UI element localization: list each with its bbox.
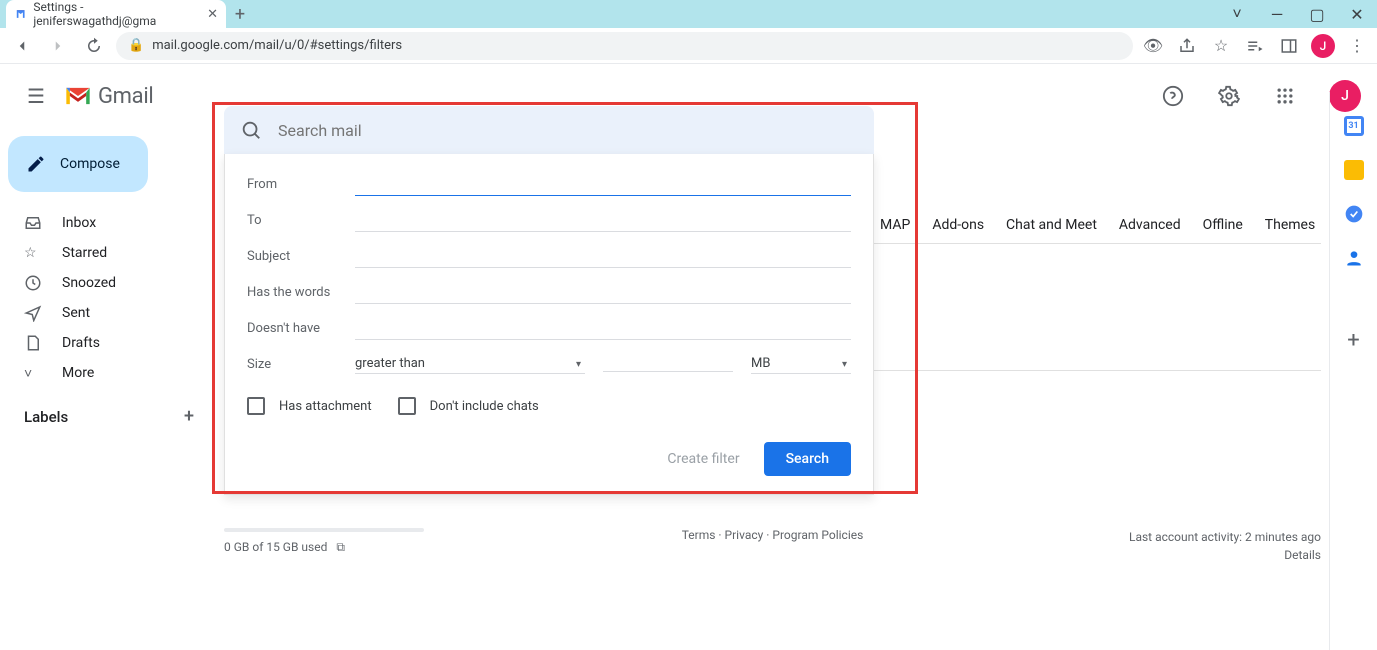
- create-filter-button[interactable]: Create filter: [667, 451, 739, 467]
- eye-icon[interactable]: 👁: [1141, 32, 1165, 60]
- star-icon: ☆: [24, 245, 44, 261]
- browser-menu-icon[interactable]: ⋮: [1345, 32, 1369, 60]
- inbox-icon: [24, 214, 44, 232]
- add-label-button[interactable]: +: [184, 406, 194, 427]
- clock-icon: [24, 274, 44, 292]
- share-icon[interactable]: [1175, 32, 1199, 60]
- search-input[interactable]: [278, 121, 858, 140]
- tab-chat-meet[interactable]: Chat and Meet: [1006, 217, 1097, 233]
- forward-button[interactable]: [44, 32, 72, 60]
- send-icon: [24, 304, 44, 322]
- minimize-icon[interactable]: —: [1257, 0, 1297, 28]
- contacts-icon[interactable]: [1344, 248, 1364, 268]
- star-icon[interactable]: ☆: [1209, 32, 1233, 60]
- support-icon[interactable]: [1153, 76, 1193, 116]
- tab-imap-partial[interactable]: MAP: [880, 217, 910, 233]
- has-attachment-checkbox[interactable]: [247, 397, 265, 415]
- activity-text: Last account activity: 2 minutes ago: [1129, 528, 1321, 546]
- back-button[interactable]: [8, 32, 36, 60]
- gmail-favicon: [14, 7, 27, 21]
- browser-tab[interactable]: Settings - jeniferswagathdj@gma ✕: [6, 0, 226, 28]
- privacy-link[interactable]: Privacy: [725, 528, 764, 542]
- gmail-logo-icon: [64, 85, 92, 107]
- tab-title: Settings - jeniferswagathdj@gma: [33, 0, 201, 28]
- to-input[interactable]: [355, 208, 851, 232]
- to-label: To: [247, 213, 355, 228]
- doesnt-have-label: Doesn't have: [247, 321, 355, 336]
- chevron-down-icon: ˅: [24, 365, 44, 382]
- from-label: From: [247, 177, 355, 192]
- panel-icon[interactable]: [1277, 32, 1301, 60]
- filter-panel: From To Subject Has the words Doesn't ha…: [224, 154, 874, 495]
- doesnt-have-input[interactable]: [355, 316, 851, 340]
- terms-link[interactable]: Terms: [682, 528, 716, 542]
- search-button[interactable]: Search: [764, 442, 851, 476]
- has-attachment-label: Has attachment: [279, 399, 372, 414]
- url-text: mail.google.com/mail/u/0/#settings/filte…: [152, 38, 402, 53]
- pencil-icon: [26, 154, 46, 174]
- subject-label: Subject: [247, 249, 355, 264]
- sidebar-item-sent[interactable]: Sent: [0, 298, 212, 328]
- address-bar: 🔒 mail.google.com/mail/u/0/#settings/fil…: [0, 28, 1377, 64]
- tab-offline[interactable]: Offline: [1203, 217, 1243, 233]
- size-label: Size: [247, 357, 355, 372]
- keep-icon[interactable]: [1344, 160, 1364, 180]
- close-window-icon[interactable]: ✕: [1337, 0, 1377, 28]
- has-words-label: Has the words: [247, 285, 355, 300]
- content-area: MAP Add-ons Chat and Meet Advanced Offli…: [220, 128, 1377, 650]
- lock-icon: 🔒: [128, 38, 144, 53]
- reload-button[interactable]: [80, 32, 108, 60]
- add-addon-button[interactable]: +: [1347, 328, 1359, 353]
- maximize-icon[interactable]: ▢: [1297, 0, 1337, 28]
- gmail-logo-text: Gmail: [98, 84, 153, 109]
- sidebar: Compose Inbox ☆Starred Snoozed Sent Draf…: [0, 128, 220, 650]
- tab-addons[interactable]: Add-ons: [932, 217, 984, 233]
- sidebar-item-snoozed[interactable]: Snoozed: [0, 268, 212, 298]
- calendar-icon[interactable]: 31: [1344, 116, 1364, 136]
- tab-themes[interactable]: Themes: [1265, 217, 1315, 233]
- from-input[interactable]: [355, 172, 851, 196]
- size-value-input[interactable]: [603, 356, 733, 372]
- window-controls: ˅ — ▢ ✕: [1217, 0, 1377, 28]
- compose-button[interactable]: Compose: [8, 136, 148, 192]
- gmail-logo[interactable]: Gmail: [64, 84, 153, 109]
- details-link[interactable]: Details: [1129, 546, 1321, 564]
- profile-avatar-browser[interactable]: J: [1311, 34, 1335, 58]
- sidebar-item-inbox[interactable]: Inbox: [0, 208, 212, 238]
- search-bar[interactable]: [224, 106, 874, 154]
- main-menu-icon[interactable]: ☰: [16, 76, 56, 116]
- chevron-down-icon[interactable]: ˅: [1217, 0, 1257, 28]
- settings-icon[interactable]: [1209, 76, 1249, 116]
- subject-input[interactable]: [355, 244, 851, 268]
- compose-label: Compose: [60, 156, 120, 172]
- close-tab-icon[interactable]: ✕: [207, 7, 218, 22]
- labels-heading: Labels: [24, 408, 68, 426]
- new-tab-button[interactable]: +: [226, 0, 254, 28]
- dont-include-chats-checkbox[interactable]: [398, 397, 416, 415]
- sidebar-item-more[interactable]: ˅More: [0, 358, 212, 388]
- tasks-icon[interactable]: [1344, 204, 1364, 224]
- footer: 0 GB of 15 GB used ⧉ Terms · Privacy · P…: [224, 528, 1321, 555]
- apps-icon[interactable]: [1265, 76, 1305, 116]
- storage-text: 0 GB of 15 GB used: [224, 540, 327, 554]
- storage-bar: [224, 528, 424, 532]
- dont-include-chats-label: Don't include chats: [430, 399, 539, 414]
- size-unit-select[interactable]: MB: [751, 354, 851, 374]
- has-words-input[interactable]: [355, 280, 851, 304]
- policies-link[interactable]: Program Policies: [772, 528, 863, 542]
- sidebar-item-drafts[interactable]: Drafts: [0, 328, 212, 358]
- browser-titlebar: Settings - jeniferswagathdj@gma ✕ + ˅ — …: [0, 0, 1377, 28]
- sidebar-item-starred[interactable]: ☆Starred: [0, 238, 212, 268]
- side-panel-rail: 31 +: [1329, 92, 1377, 650]
- search-icon: [240, 119, 262, 141]
- open-storage-icon[interactable]: ⧉: [336, 540, 345, 554]
- file-icon: [24, 334, 44, 352]
- size-op-select[interactable]: greater than: [355, 354, 585, 374]
- tab-advanced[interactable]: Advanced: [1119, 217, 1181, 233]
- omnibox[interactable]: 🔒 mail.google.com/mail/u/0/#settings/fil…: [116, 32, 1133, 60]
- playlist-icon[interactable]: [1243, 32, 1267, 60]
